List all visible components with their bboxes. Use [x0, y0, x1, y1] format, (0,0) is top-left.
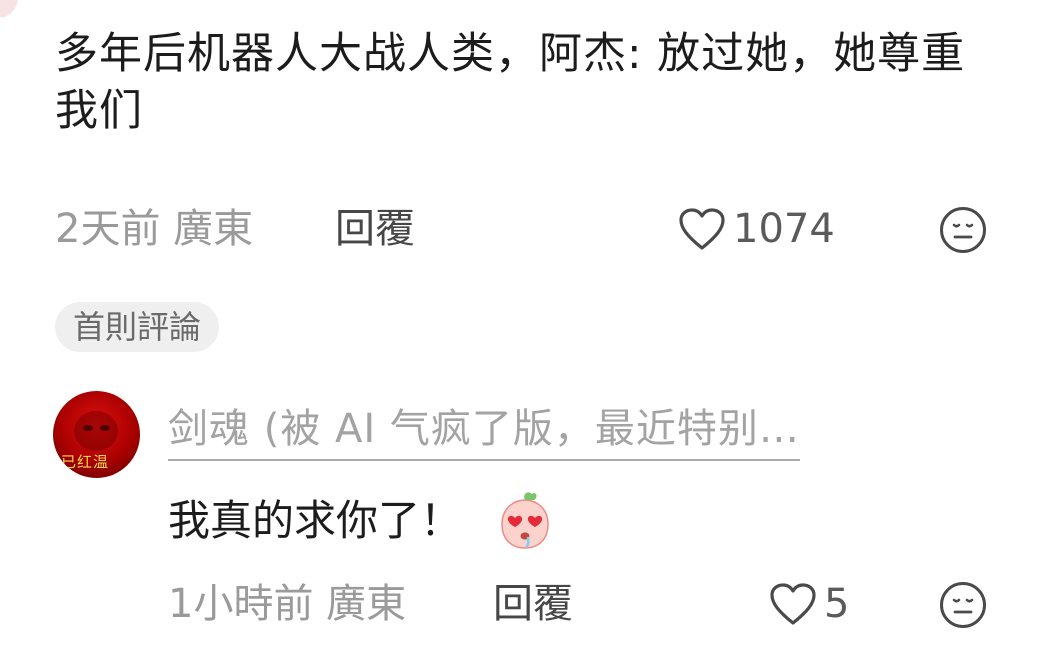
comment-meta-row: 2天前 廣東 回覆 1074: [55, 201, 1039, 257]
reply-like-count: 5: [824, 581, 850, 627]
reply-time-location: 1小時前 廣東: [168, 581, 407, 627]
heart-eyes-peach-sticker: [501, 492, 549, 549]
reply-like-button[interactable]: 5: [768, 576, 849, 632]
neutral-face-icon[interactable]: [939, 206, 987, 254]
reply-author-link[interactable]: 剑魂 (被 AI 气疯了版，最近特别…: [168, 399, 800, 461]
heart-outline-icon: [679, 208, 725, 250]
first-reply-badge: 首則評論: [55, 302, 220, 352]
avatar-caption: 已红温: [61, 453, 110, 471]
comment-time-location: 2天前 廣東: [55, 206, 254, 252]
comment-like-count: 1074: [733, 206, 835, 252]
reply-meta-row: 1小時前 廣東 回覆 5: [168, 576, 1039, 632]
comment-text: 多年后机器人大战人类，阿杰: 放过她，她尊重我们: [55, 29, 966, 136]
comment-like-button[interactable]: 1074: [677, 201, 835, 257]
avatar[interactable]: 已红温: [53, 391, 140, 478]
heart-outline-icon: [770, 583, 816, 625]
reply-text: 我真的求你了！: [168, 496, 463, 545]
reply-reply-button[interactable]: 回覆: [493, 576, 573, 632]
reply-text-row: 我真的求你了！: [168, 488, 558, 554]
neutral-face-icon[interactable]: [939, 581, 987, 629]
comment-reply-button[interactable]: 回覆: [335, 201, 415, 257]
previous-avatar-edge: [0, 0, 18, 18]
